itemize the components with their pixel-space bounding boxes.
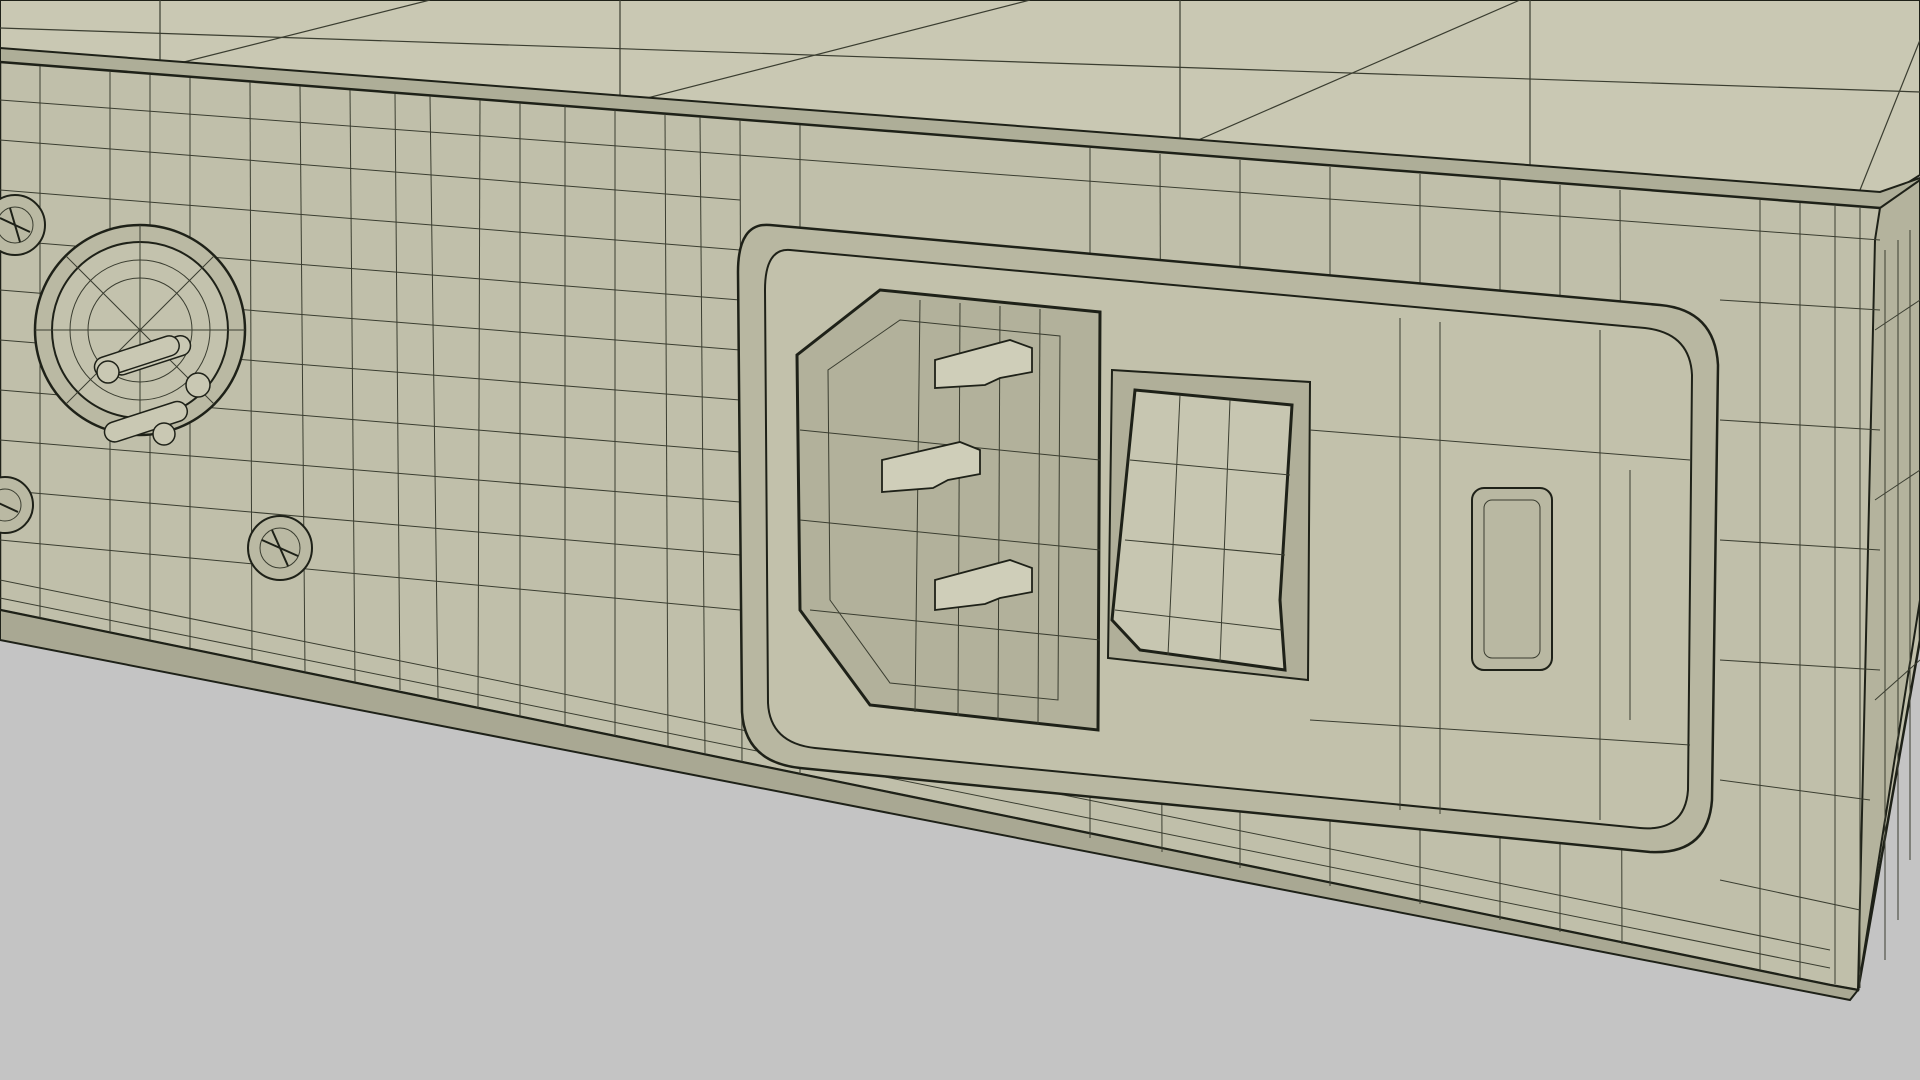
wireframe-scene (0, 0, 1920, 1080)
render-viewport (0, 0, 1920, 1080)
screw-bottom-right (247, 515, 313, 581)
